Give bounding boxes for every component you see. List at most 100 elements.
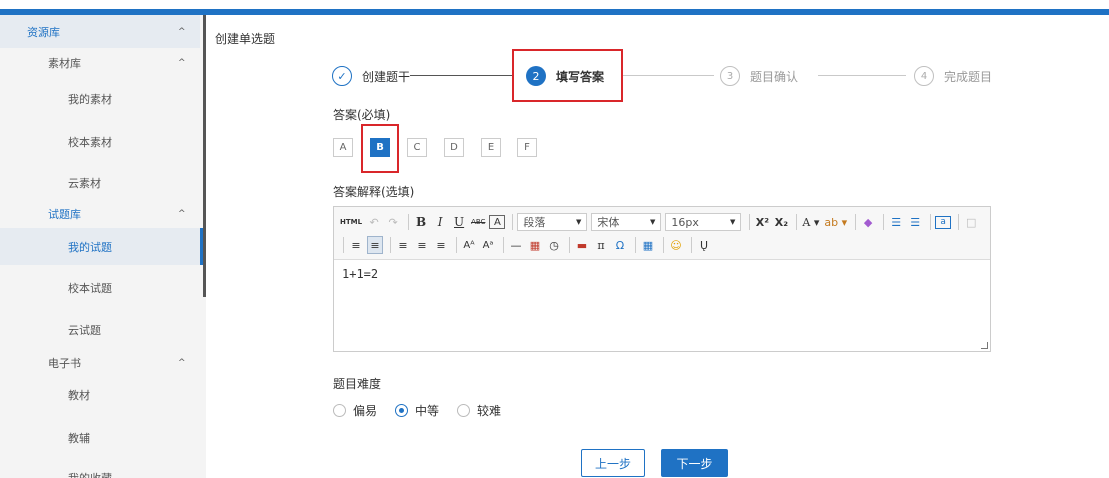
step-label: 创建题干 <box>362 69 411 84</box>
html-source-button[interactable]: HTML <box>339 213 363 231</box>
indent-icon[interactable]: ≡ <box>433 236 449 254</box>
image-icon[interactable]: ▬ <box>574 236 590 254</box>
sidebar-item-school-questions[interactable]: 校本试题 <box>0 268 200 308</box>
difficulty-easy[interactable]: 偏易 <box>333 402 377 419</box>
font-increase-icon[interactable]: Aᴬ <box>461 236 477 254</box>
resize-handle-icon[interactable] <box>981 342 988 349</box>
subscript-icon[interactable]: X₂ <box>773 213 789 231</box>
option-c[interactable]: C <box>407 138 427 157</box>
sidebar-item-school-materials[interactable]: 校本素材 <box>0 122 200 162</box>
step-1: ✓ 创建题干 <box>332 63 410 89</box>
divider <box>855 214 857 230</box>
sidebar-item-label: 我的试题 <box>68 240 112 254</box>
sidebar-item-label: 我的素材 <box>68 93 112 106</box>
align-left-icon[interactable]: ≡ <box>348 236 364 254</box>
highlight-box-answer <box>361 124 399 173</box>
option-f[interactable]: F <box>517 138 537 157</box>
paragraph-select[interactable]: 段落 ▼ <box>517 213 588 231</box>
emoji-icon[interactable]: ☺ <box>668 236 684 254</box>
sidebar-item-favorites[interactable]: 我的收藏 <box>0 465 200 478</box>
sidebar-scrollbar[interactable] <box>203 15 206 297</box>
step-3: 3 题目确认 <box>720 63 798 89</box>
formula-pi-icon[interactable]: π <box>593 236 609 254</box>
chevron-up-icon: ^ <box>178 358 186 368</box>
bold-icon[interactable]: B <box>413 213 429 231</box>
divider <box>749 214 751 230</box>
highlight-color-icon[interactable]: ab ▾ <box>823 213 848 231</box>
divider <box>343 237 344 253</box>
special-char-icon[interactable]: Ω <box>612 236 628 254</box>
option-a[interactable]: A <box>333 138 353 157</box>
strikethrough-icon[interactable]: ABC <box>470 213 486 231</box>
underline-icon[interactable]: U <box>451 213 467 231</box>
radio-selected-icon[interactable] <box>395 404 408 417</box>
sidebar-item-resource-library[interactable]: 资源库 ^ <box>0 15 200 48</box>
difficulty-hard[interactable]: 较难 <box>457 402 501 419</box>
sidebar-item-textbooks[interactable]: 教材 <box>0 375 200 415</box>
table-icon[interactable]: ▦ <box>640 236 656 254</box>
sidebar-item-label: 云试题 <box>68 324 101 337</box>
eraser-icon[interactable]: ◆ <box>860 213 876 231</box>
font-border-icon[interactable]: A <box>489 215 506 229</box>
sidebar-item-label: 云素材 <box>68 177 101 190</box>
font-family-select[interactable]: 宋体 ▼ <box>591 213 662 231</box>
redo-icon[interactable]: ↷ <box>385 213 401 231</box>
divider <box>663 237 664 253</box>
font-color-icon[interactable]: A ▾ <box>801 213 820 231</box>
page-title: 创建单选题 <box>215 32 276 46</box>
difficulty-medium[interactable]: 中等 <box>395 402 439 419</box>
image-text-icon[interactable]: a <box>935 215 952 229</box>
step-number: 3 <box>720 66 740 86</box>
align-center-icon[interactable]: ≡ <box>395 236 411 254</box>
sidebar-item-tutorials[interactable]: 教辅 <box>0 418 200 458</box>
divider <box>512 214 514 230</box>
sidebar-item-ebooks[interactable]: 电子书 ^ <box>0 349 200 377</box>
sidebar-item-cloud-materials[interactable]: 云素材 <box>0 163 200 203</box>
caret-down-icon: ▼ <box>730 218 736 226</box>
option-d[interactable]: D <box>444 138 464 157</box>
font-size-value: 16px <box>671 215 699 229</box>
highlight-box-step <box>512 49 623 102</box>
sidebar-item-cloud-questions[interactable]: 云试题 <box>0 310 200 350</box>
font-size-select[interactable]: 16px ▼ <box>665 213 742 231</box>
radio-icon[interactable] <box>333 404 346 417</box>
divider <box>390 237 391 253</box>
sidebar-item-label: 资源库 <box>27 25 60 39</box>
caret-down-icon: ▼ <box>650 218 656 226</box>
calendar-icon[interactable]: ▦ <box>527 236 543 254</box>
font-decrease-icon[interactable]: Aᵃ <box>480 236 496 254</box>
previous-step-button[interactable]: 上一步 <box>581 449 645 477</box>
divider <box>408 214 410 230</box>
italic-icon[interactable]: I <box>432 213 448 231</box>
page-icon[interactable]: □ <box>963 213 979 231</box>
unordered-list-icon[interactable]: ☰ <box>907 213 923 231</box>
undo-icon[interactable]: ↶ <box>366 213 382 231</box>
radio-icon[interactable] <box>457 404 470 417</box>
horizontal-rule-icon[interactable]: — <box>508 236 524 254</box>
sidebar-item-my-questions[interactable]: 我的试题 <box>0 228 200 265</box>
clock-icon[interactable]: ◷ <box>546 236 562 254</box>
toolbar-row-2: ≡ ≡ ≡ ≡ ≡ Aᴬ Aᵃ — ▦ ◷ ▬ π Ω ▦ ☺ Ų <box>339 235 715 255</box>
step-progress: ✓ 创建题干 2 填写答案 3 题目确认 4 完成题目 <box>332 63 1012 89</box>
phonetic-icon[interactable]: Ų <box>696 236 712 254</box>
divider <box>691 237 692 253</box>
sidebar-item-question-bank[interactable]: 试题库 ^ <box>0 201 200 227</box>
difficulty-option-label: 较难 <box>477 404 502 418</box>
ordered-list-icon[interactable]: ☰ <box>888 213 904 231</box>
chevron-up-icon: ^ <box>178 58 186 68</box>
next-step-button[interactable]: 下一步 <box>661 449 728 477</box>
sidebar-item-material-library[interactable]: 素材库 ^ <box>0 48 200 78</box>
sidebar-item-label: 教材 <box>68 389 90 402</box>
font-family-value: 宋体 <box>597 216 620 229</box>
divider <box>796 214 798 230</box>
align-justify-icon[interactable]: ≡ <box>367 236 383 254</box>
editor-content[interactable]: 1+1=2 <box>334 261 990 351</box>
top-bar <box>0 0 1109 15</box>
caret-down-icon: ▼ <box>576 218 582 226</box>
chevron-up-icon: ^ <box>178 26 186 37</box>
align-right-icon[interactable]: ≡ <box>414 236 430 254</box>
option-e[interactable]: E <box>481 138 501 157</box>
sidebar-item-my-materials[interactable]: 我的素材 <box>0 79 200 119</box>
superscript-icon[interactable]: X² <box>754 213 770 231</box>
sidebar-item-label: 我的收藏 <box>0 470 112 478</box>
